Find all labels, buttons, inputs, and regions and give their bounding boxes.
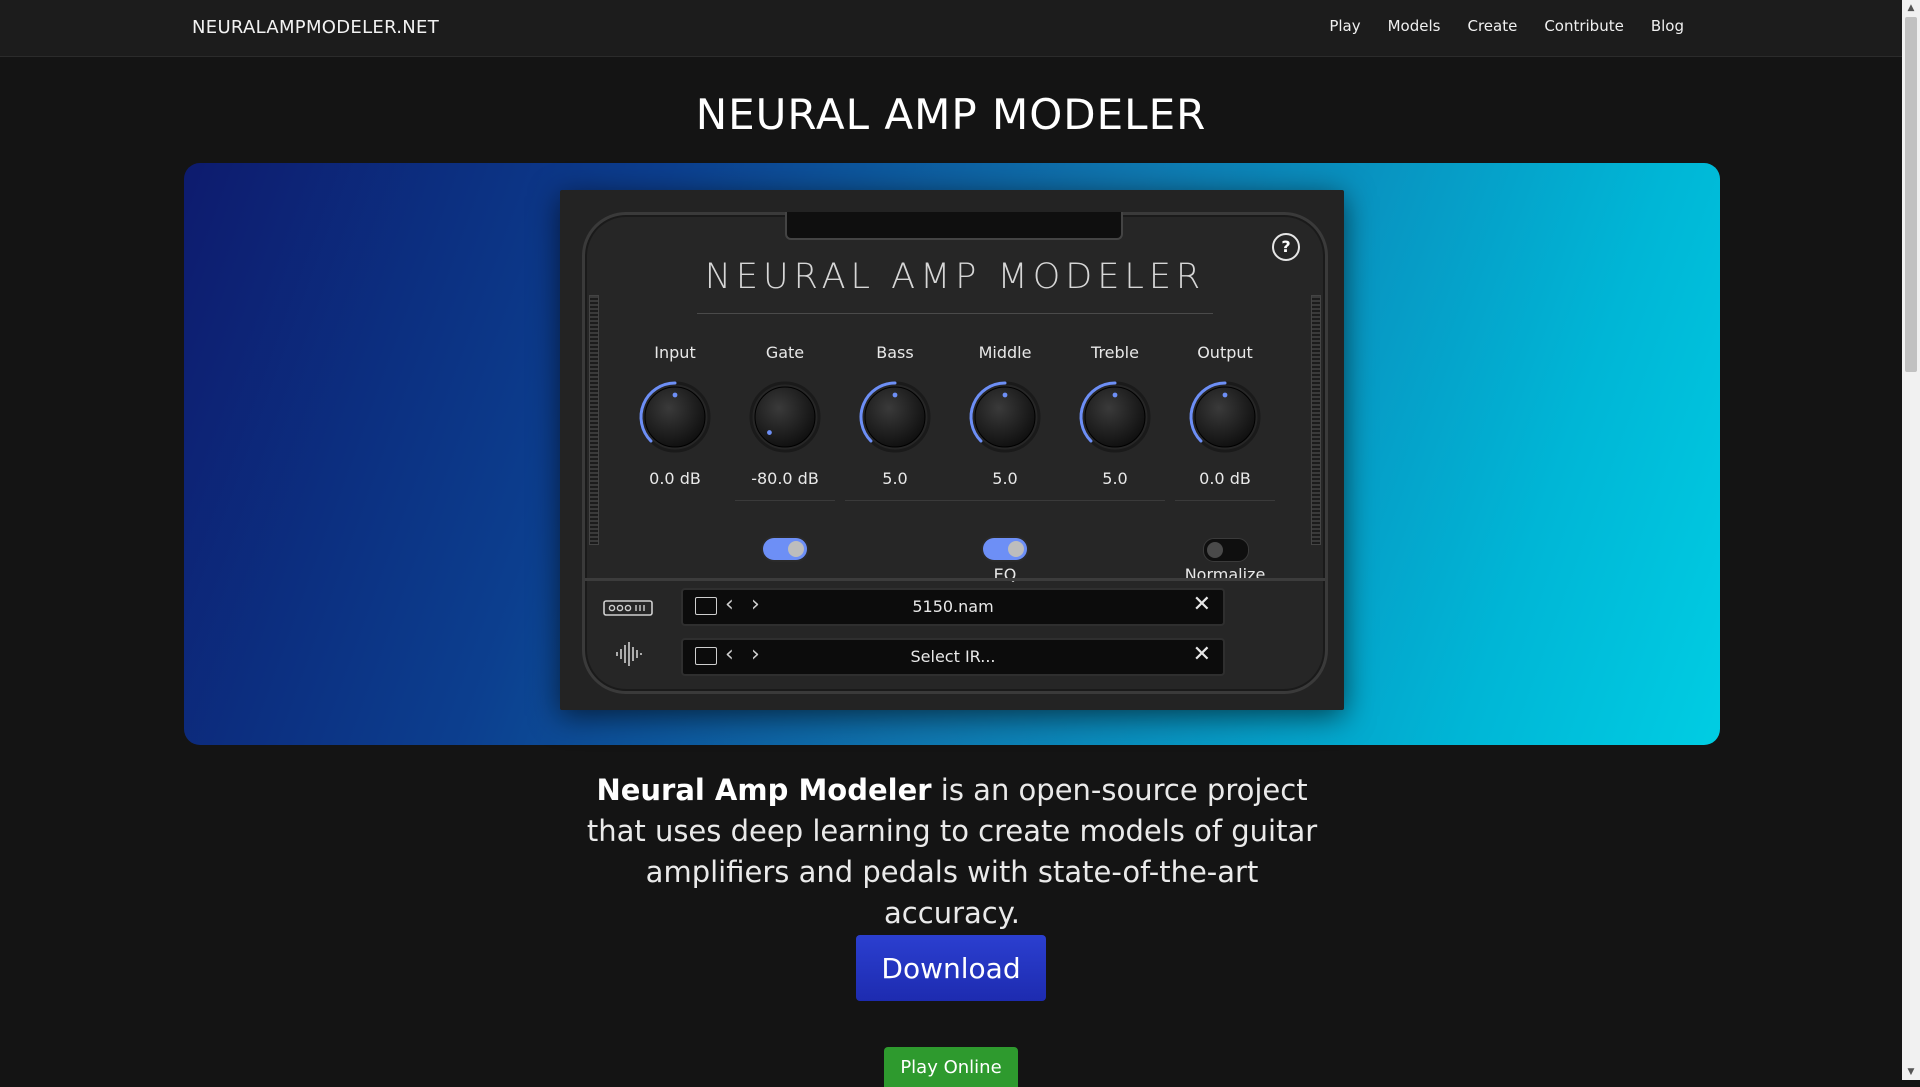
- scroll-up-arrow-icon[interactable]: ▲: [1902, 0, 1920, 16]
- knob-treble[interactable]: Treble 5.0: [1065, 343, 1165, 488]
- knob-value: 0.0 dB: [649, 469, 701, 488]
- knob-output[interactable]: Output 0.0 dB: [1175, 343, 1275, 488]
- toggle-thumb: [1008, 541, 1024, 557]
- eq-toggle[interactable]: [983, 538, 1027, 560]
- scroll-thumb[interactable]: [1905, 17, 1917, 372]
- knob-gate[interactable]: Gate -80.0 dB: [735, 343, 835, 488]
- knob-dial-icon[interactable]: [637, 379, 713, 455]
- eq-label: EQ: [993, 565, 1017, 584]
- separator-line: [845, 500, 1165, 501]
- knob-dial-icon[interactable]: [857, 379, 933, 455]
- knob-label: Gate: [765, 343, 805, 362]
- knob-value: 5.0: [882, 469, 908, 488]
- normalize-toggle[interactable]: [1203, 538, 1249, 562]
- main-nav: Play Models Create Contribute Blog: [1329, 17, 1684, 35]
- knob-dial-icon[interactable]: [1077, 379, 1153, 455]
- knob-dial-icon[interactable]: [1187, 379, 1263, 455]
- page-title: NEURAL AMP MODELER: [695, 90, 1207, 139]
- knob-value: 5.0: [1102, 469, 1128, 488]
- site-brand-link[interactable]: NEURALAMPMODELER.NET: [192, 17, 439, 38]
- knob-label: Input: [654, 343, 696, 362]
- left-rail: [589, 295, 599, 545]
- gate-toggle[interactable]: [763, 538, 807, 560]
- normalize-label: Normalize: [1184, 565, 1266, 584]
- knob-label: Middle: [978, 343, 1032, 362]
- top-navbar: NEURALAMPMODELER.NET Play Models Create …: [0, 0, 1902, 57]
- nav-blog[interactable]: Blog: [1651, 17, 1684, 35]
- description-strong: Neural Amp Modeler: [596, 773, 932, 807]
- download-button[interactable]: Download: [856, 935, 1046, 1001]
- project-description: Neural Amp Modeler is an open-source pro…: [580, 770, 1324, 934]
- right-rail: [1311, 295, 1321, 545]
- knob-label: Bass: [876, 343, 914, 362]
- amp-icon: [603, 600, 653, 622]
- plugin-panel: ? NEURAL AMP MODELER Input 0.0 dB Gate -…: [582, 212, 1328, 694]
- plugin-title: NEURAL AMP MODELER: [704, 257, 1206, 297]
- model-file-selector[interactable]: ‹ › 5150.nam ✕: [681, 588, 1225, 626]
- play-online-button[interactable]: Play Online: [884, 1047, 1018, 1087]
- ir-file-selector[interactable]: ‹ › Select IR... ✕: [681, 638, 1225, 676]
- nav-models[interactable]: Models: [1388, 17, 1441, 35]
- close-icon[interactable]: ✕: [1193, 592, 1211, 617]
- ir-file-name: Select IR...: [910, 647, 996, 666]
- model-file-name: 5150.nam: [912, 597, 994, 616]
- nav-contribute[interactable]: Contribute: [1544, 17, 1624, 35]
- knob-value: 0.0 dB: [1199, 469, 1251, 488]
- toggle-thumb: [788, 541, 804, 557]
- plugin-screenshot: ? NEURAL AMP MODELER Input 0.0 dB Gate -…: [560, 190, 1344, 710]
- knob-dial-icon[interactable]: [747, 379, 823, 455]
- knob-input[interactable]: Input 0.0 dB: [625, 343, 725, 488]
- knob-dial-icon[interactable]: [967, 379, 1043, 455]
- knob-value: -80.0 dB: [751, 469, 819, 488]
- knob-label: Output: [1197, 343, 1253, 362]
- knob-label: Treble: [1091, 343, 1139, 362]
- nav-play[interactable]: Play: [1329, 17, 1360, 35]
- separator-line: [735, 500, 835, 501]
- toggle-thumb: [1207, 542, 1223, 558]
- separator-line: [1175, 500, 1275, 501]
- knob-value: 5.0: [992, 469, 1018, 488]
- page-scrollbar[interactable]: ▲ ▼: [1902, 0, 1920, 1080]
- title-divider: [697, 313, 1213, 314]
- scroll-down-arrow-icon[interactable]: ▼: [1902, 1064, 1920, 1080]
- waveform-icon: [615, 641, 645, 671]
- nav-create[interactable]: Create: [1467, 17, 1517, 35]
- knob-middle[interactable]: Middle 5.0: [955, 343, 1055, 488]
- knob-bass[interactable]: Bass 5.0: [845, 343, 945, 488]
- plugin-top-slot: [785, 212, 1123, 240]
- plugin-divider: [585, 578, 1325, 581]
- close-icon[interactable]: ✕: [1193, 642, 1211, 667]
